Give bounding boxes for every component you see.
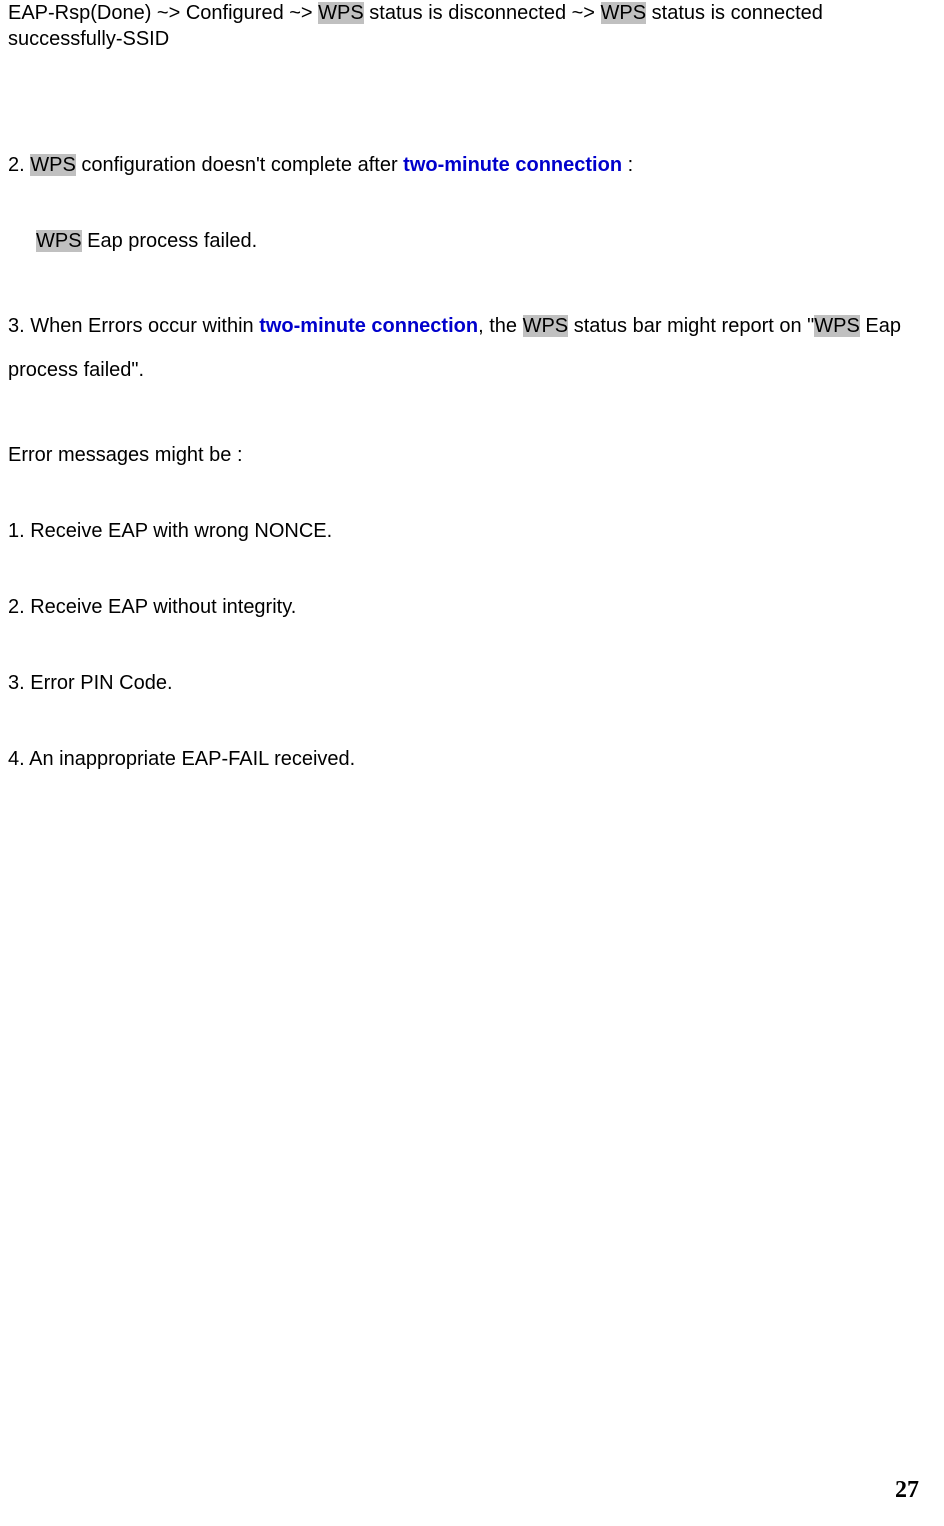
text-segment: EAP-Rsp(Done) ~> Configured ~> — [8, 2, 318, 24]
bold-blue-text: two-minute connection — [259, 315, 478, 337]
wps-highlight: WPS — [318, 2, 364, 24]
text-segment: 3. When Errors occur within — [8, 315, 259, 337]
text-segment: Eap process failed. — [82, 230, 258, 252]
list-item-2-sub: WPS Eap process failed. — [8, 228, 936, 254]
text-segment: : — [622, 154, 633, 176]
status-chain-text: EAP-Rsp(Done) ~> Configured ~> WPS statu… — [8, 0, 936, 52]
text-segment: configuration doesn't complete after — [76, 154, 403, 176]
error-item-2: 2. Receive EAP without integrity. — [8, 594, 936, 620]
list-item-2: 2. WPS configuration doesn't complete af… — [8, 152, 936, 178]
text-segment: status bar might report on " — [568, 315, 814, 337]
error-item-4: 4. An inappropriate EAP-FAIL received. — [8, 746, 936, 772]
error-intro: Error messages might be : — [8, 442, 936, 468]
wps-highlight: WPS — [30, 154, 76, 176]
error-item-1: 1. Receive EAP with wrong NONCE. — [8, 518, 936, 544]
text-segment: 2. — [8, 154, 30, 176]
wps-highlight: WPS — [523, 315, 569, 337]
page-number: 27 — [895, 1475, 919, 1506]
text-segment: , the — [478, 315, 522, 337]
list-item-3: 3. When Errors occur within two-minute c… — [8, 304, 936, 392]
wps-highlight: WPS — [36, 230, 82, 252]
text-segment: status is disconnected ~> — [364, 2, 601, 24]
wps-highlight: WPS — [814, 315, 860, 337]
bold-blue-text: two-minute connection — [403, 154, 622, 176]
error-item-3: 3. Error PIN Code. — [8, 670, 936, 696]
wps-highlight: WPS — [601, 2, 647, 24]
